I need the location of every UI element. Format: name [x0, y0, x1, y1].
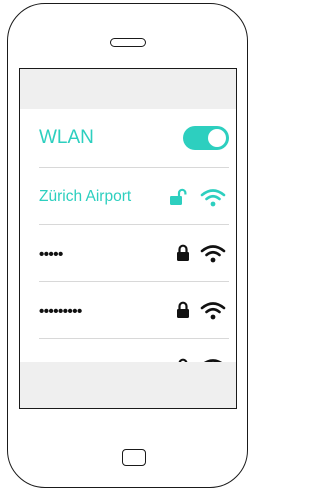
network-row[interactable]: ••••• [39, 225, 229, 283]
phone-speaker [110, 38, 146, 47]
unlock-icon [170, 188, 187, 205]
network-row[interactable]: ••••••••• [39, 282, 229, 340]
lock-icon [177, 301, 189, 318]
wifi-icon [200, 245, 226, 263]
status-bar [20, 69, 236, 109]
wlan-toggle[interactable] [183, 126, 229, 150]
wlan-row: WLAN [39, 109, 229, 167]
wifi-icon [200, 302, 226, 320]
wifi-icon [200, 189, 226, 207]
home-button[interactable] [122, 449, 146, 466]
bottom-bar [20, 362, 236, 408]
wlan-title: WLAN [39, 127, 94, 148]
network-row-connected[interactable]: Zürich Airport [39, 168, 229, 226]
network-name: Zürich Airport [39, 188, 132, 205]
lock-icon [177, 244, 189, 261]
toggle-knob [208, 129, 226, 147]
screen: WLAN Zürich Airport ••••• ••••••••• [19, 68, 237, 409]
network-name-hidden: ••••••••• [39, 302, 82, 320]
network-name-hidden: ••••• [39, 245, 63, 263]
